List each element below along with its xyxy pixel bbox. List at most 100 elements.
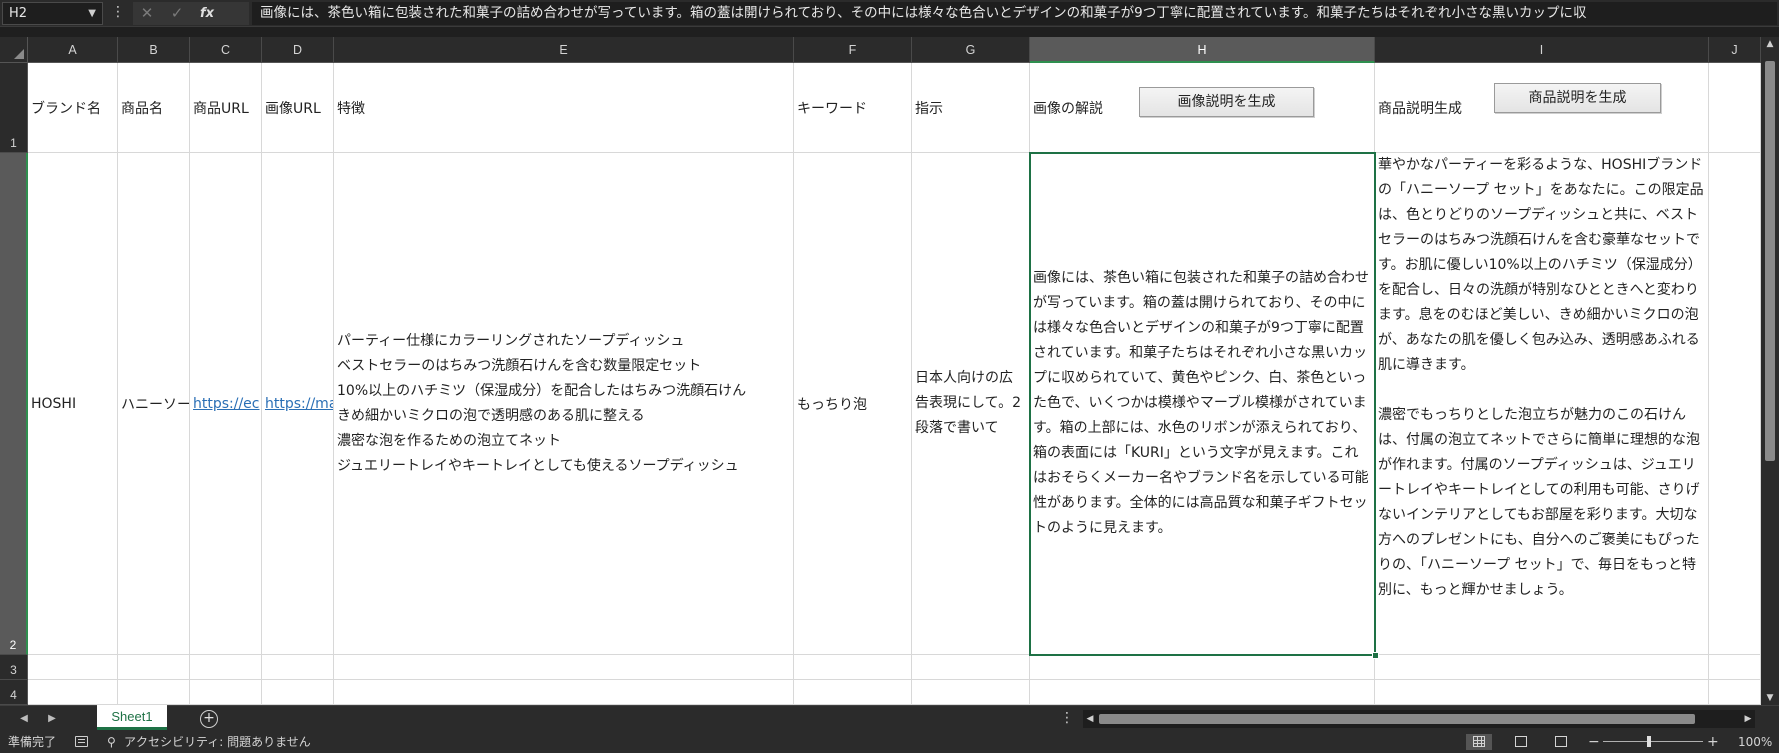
image-url-link[interactable]: https://ma xyxy=(262,396,333,412)
macro-recording-icon[interactable] xyxy=(75,736,88,747)
row-header-1[interactable]: 1 xyxy=(0,63,28,153)
fill-handle[interactable] xyxy=(1372,652,1379,659)
add-sheet-icon[interactable]: + xyxy=(200,710,218,728)
tab-sheet1[interactable]: Sheet1 xyxy=(97,705,167,730)
product-description-value: 華やかなパーティーを彩るような、HOSHIブランドの「ハニーソープ セット」をあ… xyxy=(1378,157,1704,598)
cell-e3[interactable] xyxy=(334,655,794,680)
cell-g4[interactable] xyxy=(912,680,1030,705)
row-number: 1 xyxy=(10,136,17,150)
cell-e1[interactable]: 特徴 xyxy=(334,63,794,153)
cell-a1[interactable]: ブランド名 xyxy=(28,63,118,153)
cell-g3[interactable] xyxy=(912,655,1030,680)
more-options-icon[interactable]: ⋮ xyxy=(110,2,126,25)
zoom-level[interactable]: 100% xyxy=(1738,731,1772,753)
column-header-f[interactable]: F xyxy=(794,37,912,63)
enter-icon[interactable]: ✓ xyxy=(163,2,191,25)
cell-e2[interactable]: パーティー仕様にカラーリングされたソープディッシュ ベストセラーのはちみつ洗顔石… xyxy=(334,153,794,655)
vertical-scrollbar[interactable]: ▲ ▼ xyxy=(1761,37,1779,705)
formula-input[interactable]: 画像には、茶色い箱に包装された和菓子の詰め合わせが写っています。箱の蓋は開けられ… xyxy=(252,2,1777,25)
product-url-link[interactable]: https://ec xyxy=(190,396,260,412)
normal-view-icon[interactable] xyxy=(1466,734,1492,750)
scroll-left-icon[interactable]: ◀ xyxy=(1083,710,1097,728)
cell-h3[interactable] xyxy=(1030,655,1375,680)
features-value: パーティー仕様にカラーリングされたソープディッシュ ベストセラーのはちみつ洗顔石… xyxy=(337,332,747,474)
generate-image-description-button[interactable]: 画像説明を生成 xyxy=(1139,87,1314,117)
horizontal-scrollbar[interactable]: ◀ ▶ xyxy=(1083,710,1755,728)
zoom-out-icon[interactable]: − xyxy=(1588,731,1600,753)
scroll-down-icon[interactable]: ▼ xyxy=(1761,693,1779,703)
cell-a3[interactable] xyxy=(28,655,118,680)
accessibility-icon[interactable]: ⚲ xyxy=(107,731,116,753)
zoom-slider[interactable] xyxy=(1603,741,1703,742)
column-header-h[interactable]: H xyxy=(1030,37,1375,63)
cell-b2[interactable]: ハニーソー xyxy=(118,153,190,655)
cell-d2[interactable]: https://ma xyxy=(262,153,334,655)
cell-i2[interactable]: 華やかなパーティーを彩るような、HOSHIブランドの「ハニーソープ セット」をあ… xyxy=(1375,153,1709,655)
column-header-j[interactable]: J xyxy=(1709,37,1761,63)
next-sheet-icon[interactable]: ▶ xyxy=(42,706,62,732)
column-header-a[interactable]: A xyxy=(28,37,118,63)
product-value: ハニーソー xyxy=(121,396,190,413)
column-header-e[interactable]: E xyxy=(334,37,794,63)
cell-i3[interactable] xyxy=(1375,655,1709,680)
cell-c2[interactable]: https://ec xyxy=(190,153,262,655)
cell-j4[interactable] xyxy=(1709,680,1761,705)
row-header-4[interactable]: 4 xyxy=(0,680,28,705)
cell-c4[interactable] xyxy=(190,680,262,705)
cell-f1[interactable]: キーワード xyxy=(794,63,912,153)
cell-j2[interactable] xyxy=(1709,153,1761,655)
header-instruction: 指示 xyxy=(915,100,943,117)
cell-i4[interactable] xyxy=(1375,680,1709,705)
more-options-icon[interactable]: ⋮ xyxy=(1060,706,1074,732)
cell-a4[interactable] xyxy=(28,680,118,705)
column-header-d[interactable]: D xyxy=(262,37,334,63)
scroll-right-icon[interactable]: ▶ xyxy=(1741,710,1755,728)
column-header-b[interactable]: B xyxy=(118,37,190,63)
cell-b3[interactable] xyxy=(118,655,190,680)
column-header-c[interactable]: C xyxy=(190,37,262,63)
brand-value: HOSHI xyxy=(31,395,77,412)
page-layout-view-icon[interactable] xyxy=(1508,734,1534,750)
select-all-button[interactable] xyxy=(0,37,28,63)
name-box-value: H2 xyxy=(9,6,28,21)
accessibility-status[interactable]: アクセシビリティ: 問題ありません xyxy=(124,731,311,753)
cell-f4[interactable] xyxy=(794,680,912,705)
cell-g2[interactable]: 日本人向けの広告表現にして。2段落で書いて xyxy=(912,153,1030,655)
cell-a2[interactable]: HOSHI xyxy=(28,153,118,655)
name-box[interactable]: H2 ▼ xyxy=(2,2,103,25)
header-keyword: キーワード xyxy=(797,100,867,117)
insert-function-icon[interactable]: fx xyxy=(193,2,221,25)
page-break-preview-icon[interactable] xyxy=(1548,734,1574,750)
chevron-down-icon[interactable]: ▼ xyxy=(88,3,96,24)
cell-d4[interactable] xyxy=(262,680,334,705)
cell-d1[interactable]: 画像URL xyxy=(262,63,334,153)
cell-f2[interactable]: もっちり泡 xyxy=(794,153,912,655)
horizontal-scroll-thumb[interactable] xyxy=(1099,714,1695,724)
scroll-up-icon[interactable]: ▲ xyxy=(1761,39,1779,49)
cell-h2[interactable]: 画像には、茶色い箱に包装された和菓子の詰め合わせが写っています。箱の蓋は開けられ… xyxy=(1030,153,1375,655)
row-header-2[interactable]: 2 xyxy=(0,153,28,655)
cell-c3[interactable] xyxy=(190,655,262,680)
cell-g1[interactable]: 指示 xyxy=(912,63,1030,153)
column-header-g[interactable]: G xyxy=(912,37,1030,63)
cell-e4[interactable] xyxy=(334,680,794,705)
row-number: 2 xyxy=(9,638,17,652)
cell-d3[interactable] xyxy=(262,655,334,680)
cell-c1[interactable]: 商品URL xyxy=(190,63,262,153)
cell-h4[interactable] xyxy=(1030,680,1375,705)
cell-b1[interactable]: 商品名 xyxy=(118,63,190,153)
vertical-scroll-thumb[interactable] xyxy=(1765,61,1775,461)
zoom-in-icon[interactable]: + xyxy=(1707,731,1719,753)
cell-f3[interactable] xyxy=(794,655,912,680)
cell-b4[interactable] xyxy=(118,680,190,705)
row-number: 3 xyxy=(10,663,17,677)
generate-product-description-button[interactable]: 商品説明を生成 xyxy=(1494,83,1661,113)
column-header-i[interactable]: I xyxy=(1375,37,1709,63)
prev-sheet-icon[interactable]: ◀ xyxy=(14,706,34,732)
row-header-3[interactable]: 3 xyxy=(0,655,28,680)
cancel-icon[interactable]: ✕ xyxy=(133,2,161,25)
cell-j1[interactable] xyxy=(1709,63,1761,153)
header-product-url: 商品URL xyxy=(193,100,249,117)
zoom-slider-thumb[interactable] xyxy=(1647,736,1651,747)
cell-j3[interactable] xyxy=(1709,655,1761,680)
